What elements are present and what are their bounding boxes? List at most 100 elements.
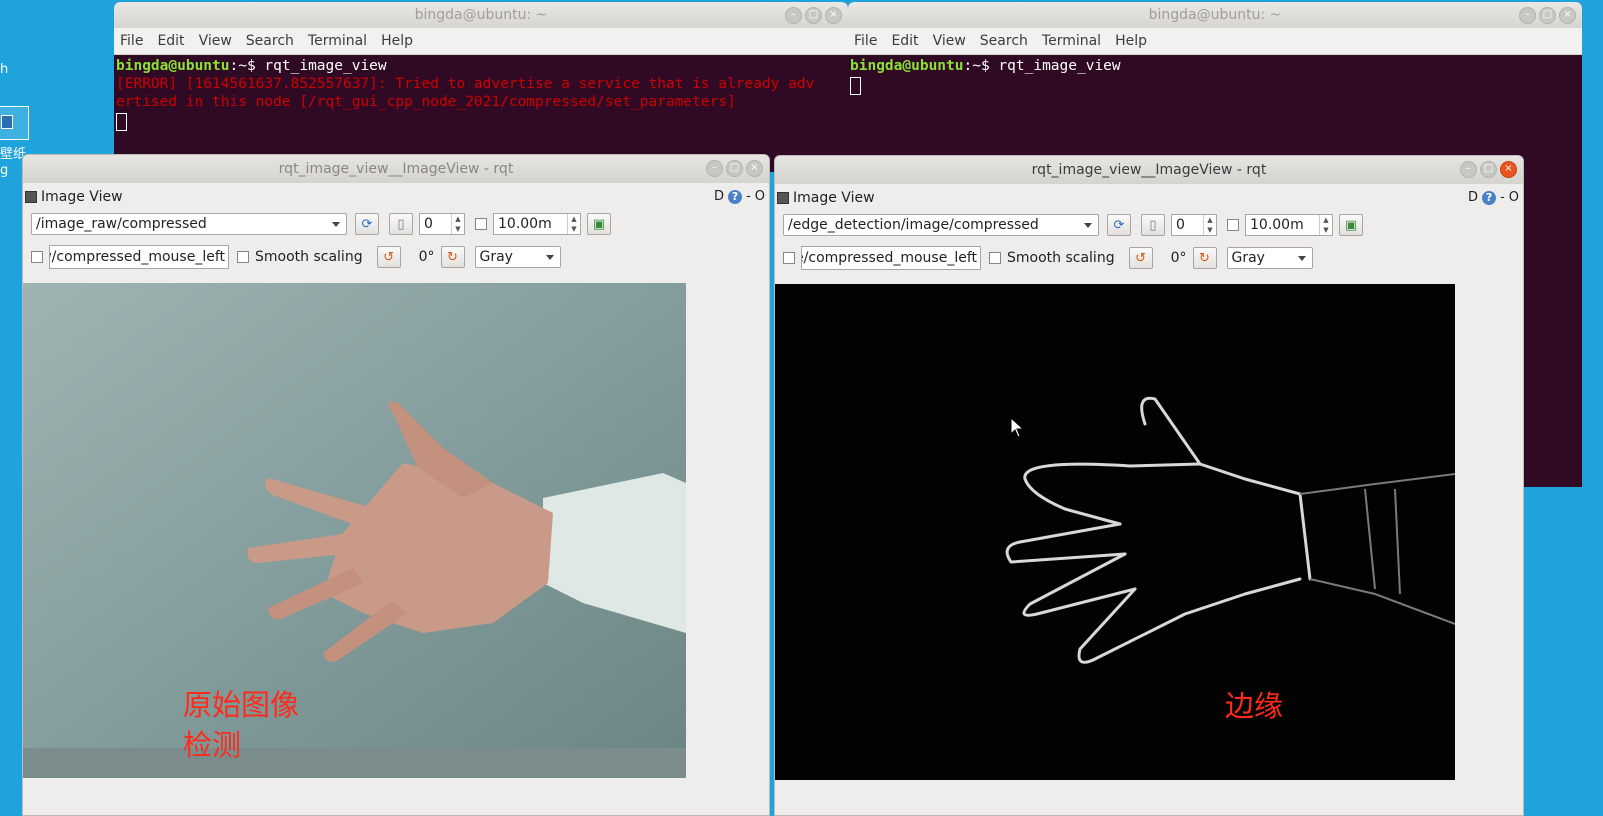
color-scheme-select[interactable]: Gray xyxy=(1226,247,1313,269)
smooth-scaling-checkbox[interactable] xyxy=(237,251,249,263)
mouse-topic-input[interactable]: e/compressed_mouse_left xyxy=(801,246,981,270)
topic-select[interactable]: /edge_detection/image/compressed xyxy=(783,214,1099,236)
dock-buttons: D ? - O xyxy=(1468,190,1519,205)
spin-arrows-icon[interactable]: ▲ ▼ xyxy=(451,214,464,234)
chevron-down-icon xyxy=(545,255,554,260)
dock-minimize-button[interactable]: - xyxy=(1500,190,1505,205)
menu-view[interactable]: View xyxy=(933,33,966,49)
maximize-icon[interactable]: □ xyxy=(726,160,743,177)
minimize-icon[interactable]: – xyxy=(1519,7,1536,24)
hand-photo xyxy=(23,283,686,778)
minimize-icon[interactable]: – xyxy=(1460,161,1477,178)
menu-search[interactable]: Search xyxy=(246,33,294,49)
dock-close-button[interactable]: O xyxy=(1509,190,1519,205)
rotate-right-button[interactable]: ↻ xyxy=(440,246,465,268)
pause-button[interactable]: ▯ xyxy=(1141,214,1165,236)
color-scheme-select[interactable]: Gray xyxy=(474,246,561,268)
spin-arrows-icon[interactable]: ▲ ▼ xyxy=(1319,215,1332,235)
maximize-icon[interactable]: □ xyxy=(805,7,822,24)
menu-search[interactable]: Search xyxy=(980,33,1028,49)
max-range-value: 10.00m xyxy=(1250,217,1304,233)
terminal-window-left[interactable]: bingda@ubuntu: ~ – □ × File Edit View Se… xyxy=(114,2,848,172)
dock-title: Image View xyxy=(775,190,875,206)
desktop-selected-icon[interactable] xyxy=(0,106,29,140)
rotate-right-button[interactable]: ↻ xyxy=(1192,247,1217,269)
terminal-titlebar[interactable]: bingda@ubuntu: ~ – □ × xyxy=(848,2,1582,28)
smooth-scaling-checkbox[interactable] xyxy=(989,252,1001,264)
rotation-label: 0° xyxy=(1170,250,1187,266)
help-icon[interactable]: ? xyxy=(1482,190,1497,205)
rqt-window-right[interactable]: rqt_image_view__ImageView - rqt – □ × Im… xyxy=(774,155,1524,816)
spin-value-input[interactable]: 0 ▲ ▼ xyxy=(419,213,465,235)
prompt-user: bingda@ubuntu xyxy=(850,58,964,74)
close-icon[interactable]: × xyxy=(825,7,842,24)
terminal-output[interactable]: bingda@ubuntu:~$ rqt_image_view [ERROR] … xyxy=(114,55,848,133)
spin-value: 0 xyxy=(1176,217,1185,233)
color-scheme-value: Gray xyxy=(1231,250,1265,266)
rqt-titlebar[interactable]: rqt_image_view__ImageView - rqt – □ × xyxy=(23,155,769,183)
terminal-output[interactable]: bingda@ubuntu:~$ rqt_image_view xyxy=(848,55,1582,97)
dock-d-button[interactable]: D xyxy=(714,189,724,204)
terminal-cursor xyxy=(850,77,861,95)
max-range-value: 10.00m xyxy=(498,216,552,232)
dock-d-button[interactable]: D xyxy=(1468,190,1478,205)
desktop-icon-label-1[interactable]: h xyxy=(0,62,8,77)
image-display-raw[interactable] xyxy=(23,283,686,778)
pause-button[interactable]: ▯ xyxy=(389,213,413,235)
terminal-titlebar[interactable]: bingda@ubuntu: ~ – □ × xyxy=(114,2,848,28)
max-range-input[interactable]: 10.00m ▲ ▼ xyxy=(1245,214,1333,236)
menu-view[interactable]: View xyxy=(199,33,232,49)
dock-minimize-button[interactable]: - xyxy=(746,189,751,204)
rotate-left-button[interactable]: ↺ xyxy=(1128,247,1153,269)
menu-file[interactable]: File xyxy=(854,33,877,49)
menu-file[interactable]: File xyxy=(120,33,143,49)
spin-value-input[interactable]: 0 ▲ ▼ xyxy=(1171,214,1217,236)
rqt-window-left[interactable]: rqt_image_view__ImageView - rqt – □ × Im… xyxy=(22,154,770,816)
menu-terminal[interactable]: Terminal xyxy=(1042,33,1101,49)
rqt-titlebar[interactable]: rqt_image_view__ImageView - rqt – □ × xyxy=(775,156,1523,184)
rqt-title: rqt_image_view__ImageView - rqt xyxy=(278,161,514,177)
spin-arrows-icon[interactable]: ▲ ▼ xyxy=(1203,215,1216,235)
chevron-down-icon xyxy=(332,222,340,227)
maximize-icon[interactable]: □ xyxy=(1480,161,1497,178)
dynamic-range-checkbox[interactable] xyxy=(475,218,487,230)
maximize-icon[interactable]: □ xyxy=(1539,7,1556,24)
image-display-edges[interactable] xyxy=(775,284,1455,780)
dock-title-label: Image View xyxy=(793,190,875,206)
close-icon[interactable]: × xyxy=(1500,161,1517,178)
dynamic-range-checkbox[interactable] xyxy=(1227,219,1239,231)
toolbar-row-2: w/compressed_mouse_left Smooth scaling ↺… xyxy=(31,245,561,269)
mouse-publish-checkbox[interactable] xyxy=(783,252,795,264)
error-line-1: [ERROR] [1614561637.852557637]: Tried to… xyxy=(116,76,815,92)
refresh-button[interactable]: ⟳ xyxy=(1107,214,1131,236)
save-image-button[interactable]: ▣ xyxy=(587,213,611,235)
mouse-topic-input[interactable]: w/compressed_mouse_left xyxy=(49,245,229,269)
menu-edit[interactable]: Edit xyxy=(157,33,184,49)
refresh-icon: ⟳ xyxy=(1113,217,1125,233)
close-icon[interactable]: × xyxy=(746,160,763,177)
help-icon[interactable]: ? xyxy=(728,189,743,204)
mouse-publish-checkbox[interactable] xyxy=(31,251,43,263)
error-line-2: ertised in this node [/rqt_gui_cpp_node_… xyxy=(116,94,736,110)
close-icon[interactable]: × xyxy=(1559,7,1576,24)
prompt-command: :~$ rqt_image_view xyxy=(229,58,387,74)
menu-help[interactable]: Help xyxy=(1115,33,1147,49)
mouse-topic-value: w/compressed_mouse_left xyxy=(49,249,225,265)
prompt-user: bingda@ubuntu xyxy=(116,58,230,74)
menu-terminal[interactable]: Terminal xyxy=(308,33,367,49)
menu-edit[interactable]: Edit xyxy=(891,33,918,49)
dock-widget-icon xyxy=(25,191,37,203)
refresh-button[interactable]: ⟳ xyxy=(355,213,379,235)
dock-close-button[interactable]: O xyxy=(755,189,765,204)
rotate-left-button[interactable]: ↺ xyxy=(376,246,401,268)
save-image-button[interactable]: ▣ xyxy=(1339,214,1363,236)
max-range-input[interactable]: 10.00m ▲ ▼ xyxy=(493,213,581,235)
spin-arrows-icon[interactable]: ▲ ▼ xyxy=(567,214,580,234)
rotate-right-icon: ↻ xyxy=(1199,250,1210,266)
minimize-icon[interactable]: – xyxy=(785,7,802,24)
minimize-icon[interactable]: – xyxy=(706,160,723,177)
desktop-icon-label-3[interactable]: g xyxy=(0,163,8,178)
topic-select[interactable]: /image_raw/compressed xyxy=(31,213,347,235)
dock-buttons: D ? - O xyxy=(714,189,765,204)
menu-help[interactable]: Help xyxy=(381,33,413,49)
